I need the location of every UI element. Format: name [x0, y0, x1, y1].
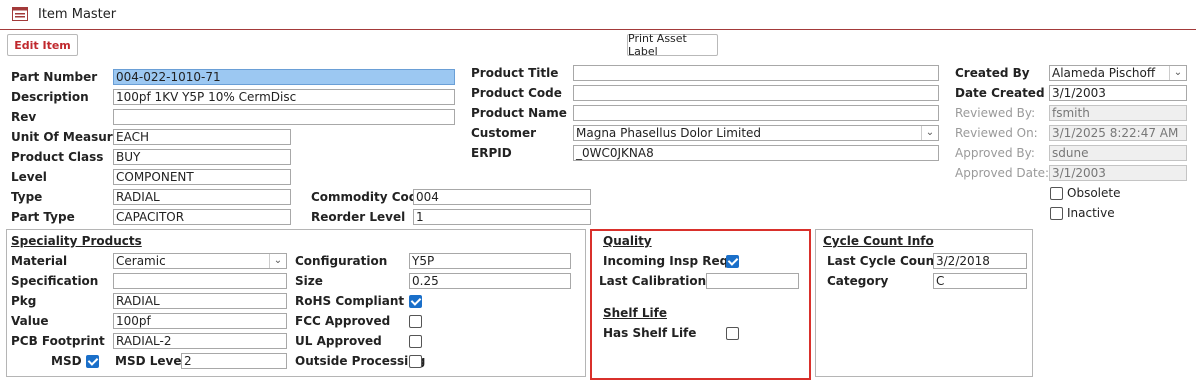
has-shelf-life-checkbox[interactable] — [726, 327, 739, 340]
size-label: Size — [295, 274, 323, 288]
last-calibration-field[interactable] — [706, 273, 799, 289]
reviewed-by-field: fsmith — [1049, 105, 1187, 121]
material-label: Material — [11, 254, 68, 268]
configuration-field[interactable]: Y5P — [409, 253, 571, 269]
inactive-label: Inactive — [1067, 206, 1115, 220]
product-name-label: Product Name — [471, 106, 567, 120]
reviewed-on-field: 3/1/2025 8:22:47 AM — [1049, 125, 1187, 141]
specification-label: Specification — [11, 274, 99, 288]
fcc-approved-label: FCC Approved — [295, 314, 391, 328]
pcb-footprint-label: PCB Footprint — [11, 334, 105, 348]
customer-combo-value: Magna Phasellus Dolor Limited — [576, 126, 762, 140]
form-icon — [12, 7, 28, 21]
fcc-approved-checkbox[interactable] — [409, 315, 422, 328]
msd-level-label: MSD Level — [115, 354, 186, 368]
rev-field[interactable] — [113, 109, 455, 125]
created-by-combo-value: Alameda Pischoff — [1052, 66, 1156, 80]
commodity-code-label: Commodity Code — [311, 190, 426, 204]
unit-of-measure-field[interactable]: EACH — [113, 129, 291, 145]
level-label: Level — [11, 170, 47, 184]
approved-date-field: 3/1/2003 — [1049, 165, 1187, 181]
product-code-label: Product Code — [471, 86, 562, 100]
reviewed-on-label: Reviewed On: — [955, 126, 1038, 140]
pkg-label: Pkg — [11, 294, 37, 308]
erpid-field[interactable]: _0WC0JKNA8 — [573, 145, 939, 161]
reorder-level-field[interactable]: 1 — [413, 209, 591, 225]
type-field[interactable]: RADIAL — [113, 189, 291, 205]
last-cycle-count-field[interactable]: 3/2/2018 — [933, 253, 1027, 269]
pkg-field[interactable]: RADIAL — [113, 293, 287, 309]
quality-title: Quality — [603, 234, 652, 248]
value-field[interactable]: 100pf — [113, 313, 287, 329]
incoming-insp-checkbox[interactable] — [726, 255, 739, 268]
part-number-label: Part Number — [11, 70, 98, 84]
value-label: Value — [11, 314, 49, 328]
specification-field[interactable] — [113, 273, 287, 289]
description-label: Description — [11, 90, 89, 104]
obsolete-label: Obsolete — [1067, 186, 1121, 200]
product-title-label: Product Title — [471, 66, 559, 80]
outside-processing-checkbox[interactable] — [409, 355, 422, 368]
erpid-label: ERPID — [471, 146, 512, 160]
rev-label: Rev — [11, 110, 37, 124]
part-type-label: Part Type — [11, 210, 75, 224]
product-name-field[interactable] — [573, 105, 939, 121]
product-title-field[interactable] — [573, 65, 939, 81]
cycle-count-title: Cycle Count Info — [823, 234, 934, 248]
last-calibration-label: Last Calibration — [599, 274, 707, 288]
obsolete-checkbox[interactable] — [1050, 187, 1063, 200]
msd-label: MSD — [51, 354, 82, 368]
type-label: Type — [11, 190, 43, 204]
size-field[interactable]: 0.25 — [409, 273, 571, 289]
chevron-down-icon[interactable]: ⌄ — [269, 254, 286, 268]
approved-by-field: sdune — [1049, 145, 1187, 161]
material-combo[interactable]: Ceramic ⌄ — [113, 253, 287, 269]
reorder-level-label: Reorder Level — [311, 210, 406, 224]
chevron-down-icon[interactable]: ⌄ — [921, 126, 938, 140]
product-class-field[interactable]: BUY — [113, 149, 291, 165]
msd-level-field[interactable]: 2 — [181, 353, 287, 369]
has-shelf-life-label: Has Shelf Life — [603, 326, 697, 340]
ul-approved-checkbox[interactable] — [409, 335, 422, 348]
reviewed-by-label: Reviewed By: — [955, 106, 1036, 120]
category-field[interactable]: C — [933, 273, 1027, 289]
product-code-field[interactable] — [573, 85, 939, 101]
date-created-field[interactable]: 3/1/2003 — [1049, 85, 1187, 101]
approved-date-label: Approved Date: — [955, 166, 1050, 180]
shelf-life-title: Shelf Life — [603, 306, 667, 320]
inactive-checkbox[interactable] — [1050, 207, 1063, 220]
description-field[interactable]: 100pf 1KV Y5P 10% CermDisc — [113, 89, 455, 105]
rohs-compliant-label: RoHS Compliant — [295, 294, 405, 308]
product-class-label: Product Class — [11, 150, 104, 164]
level-field[interactable]: COMPONENT — [113, 169, 291, 185]
date-created-label: Date Created — [955, 86, 1045, 100]
category-label: Category — [827, 274, 889, 288]
title-divider — [0, 29, 1196, 30]
chevron-down-icon[interactable]: ⌄ — [1169, 66, 1186, 80]
pcb-footprint-field[interactable]: RADIAL-2 — [113, 333, 287, 349]
unit-of-measure-label: Unit Of Measure — [11, 130, 121, 144]
ul-approved-label: UL Approved — [295, 334, 382, 348]
window-title: Item Master — [38, 7, 117, 22]
last-cycle-count-label: Last Cycle Count — [827, 254, 940, 268]
configuration-label: Configuration — [295, 254, 388, 268]
approved-by-label: Approved By: — [955, 146, 1035, 160]
created-by-combo[interactable]: Alameda Pischoff ⌄ — [1049, 65, 1187, 81]
cycle-count-panel — [815, 229, 1033, 377]
part-type-field[interactable]: CAPACITOR — [113, 209, 291, 225]
print-asset-label-button[interactable]: Print Asset Label — [627, 32, 718, 58]
customer-label: Customer — [471, 126, 537, 140]
msd-checkbox[interactable] — [86, 355, 99, 368]
edit-item-button[interactable]: Edit Item — [7, 34, 78, 56]
created-by-label: Created By — [955, 66, 1030, 80]
speciality-products-title: Speciality Products — [11, 234, 142, 248]
part-number-field[interactable]: 004-022-1010-71 — [113, 69, 455, 85]
rohs-compliant-checkbox[interactable] — [409, 295, 422, 308]
commodity-code-field[interactable]: 004 — [413, 189, 591, 205]
material-combo-value: Ceramic — [116, 254, 166, 268]
outside-processing-label: Outside Processing — [295, 354, 426, 368]
customer-combo[interactable]: Magna Phasellus Dolor Limited ⌄ — [573, 125, 939, 141]
incoming-insp-label: Incoming Insp Reqd — [603, 254, 737, 268]
